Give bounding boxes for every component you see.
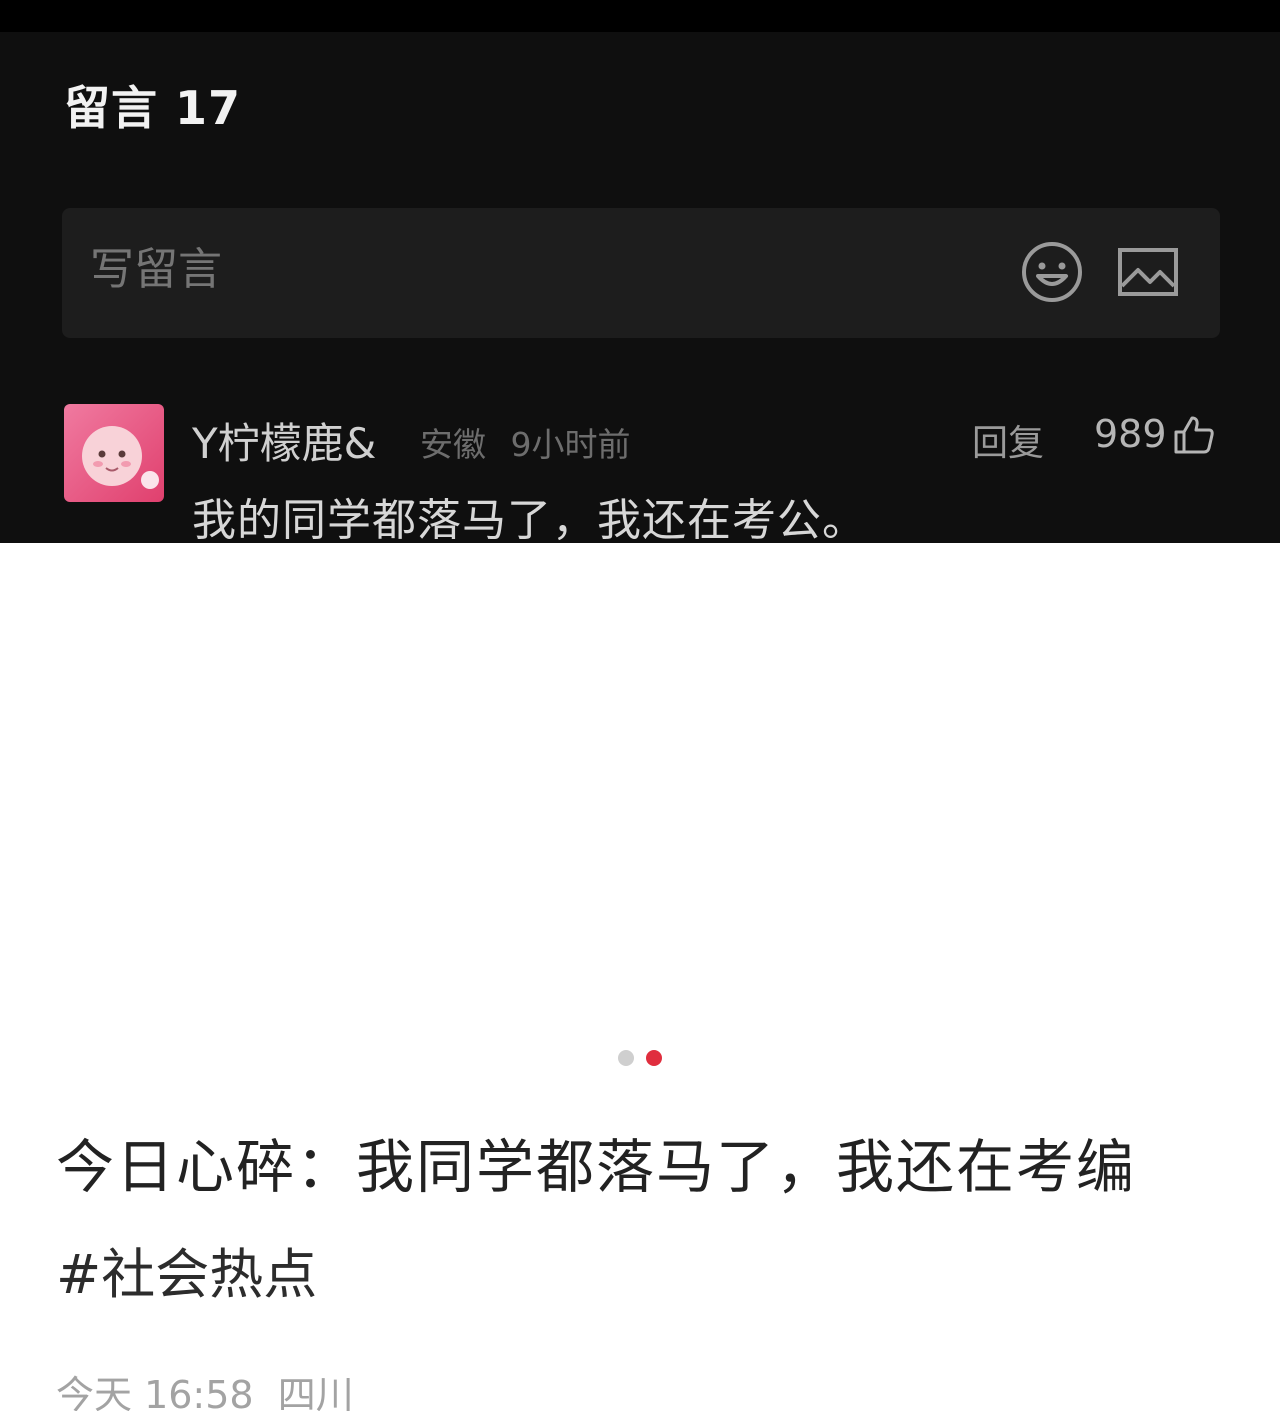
like-count: 989 <box>1094 412 1167 456</box>
comment-input[interactable] <box>90 244 790 295</box>
comment-screenshot: 留言 17 写留言 Y柠檬鹿& 安徽 9小时前 回复 989 我的同学都落马了，… <box>0 0 1280 546</box>
avatar[interactable] <box>64 404 164 502</box>
comment-username[interactable]: Y柠檬鹿& <box>192 410 376 471</box>
reply-button[interactable]: 回复 <box>972 414 1044 466</box>
comment-time: 9小时前 <box>510 425 631 464</box>
comments-header: 留言 17 <box>64 72 241 138</box>
comment-item: Y柠檬鹿& 安徽 9小时前 回复 989 我的同学都落马了，我还在考公。 <box>0 396 1280 546</box>
post-meta: 今天 16:58 四川 <box>56 1364 366 1411</box>
image-icon[interactable] <box>1116 240 1180 304</box>
emoji-icon[interactable] <box>1020 240 1084 304</box>
comment-composer[interactable] <box>62 208 1220 338</box>
hashtag-link[interactable]: #社会热点 <box>56 1230 317 1309</box>
comment-text: 我的同学都落马了，我还在考公。 <box>192 495 867 546</box>
post-title: 今日心碎：我同学都落马了，我还在考编 <box>56 1133 1137 1201</box>
comment-location: 安徽 <box>420 425 486 464</box>
thumbs-up-icon[interactable] <box>1172 412 1216 456</box>
comments-label: 留言 <box>64 81 158 135</box>
post-location: 四川 <box>277 1373 354 1411</box>
comments-count: 17 <box>175 81 242 135</box>
carousel-dot-active[interactable] <box>646 1050 662 1066</box>
top-bar <box>0 0 1280 32</box>
post-date: 今天 16:58 <box>56 1373 254 1411</box>
page: 留言 17 写留言 Y柠檬鹿& 安徽 9小时前 回复 989 我的同学都落马了，… <box>0 0 1280 1411</box>
carousel-dot[interactable] <box>618 1050 634 1066</box>
comment-meta: 安徽 9小时前 <box>420 418 645 466</box>
avatar-image <box>82 426 159 489</box>
